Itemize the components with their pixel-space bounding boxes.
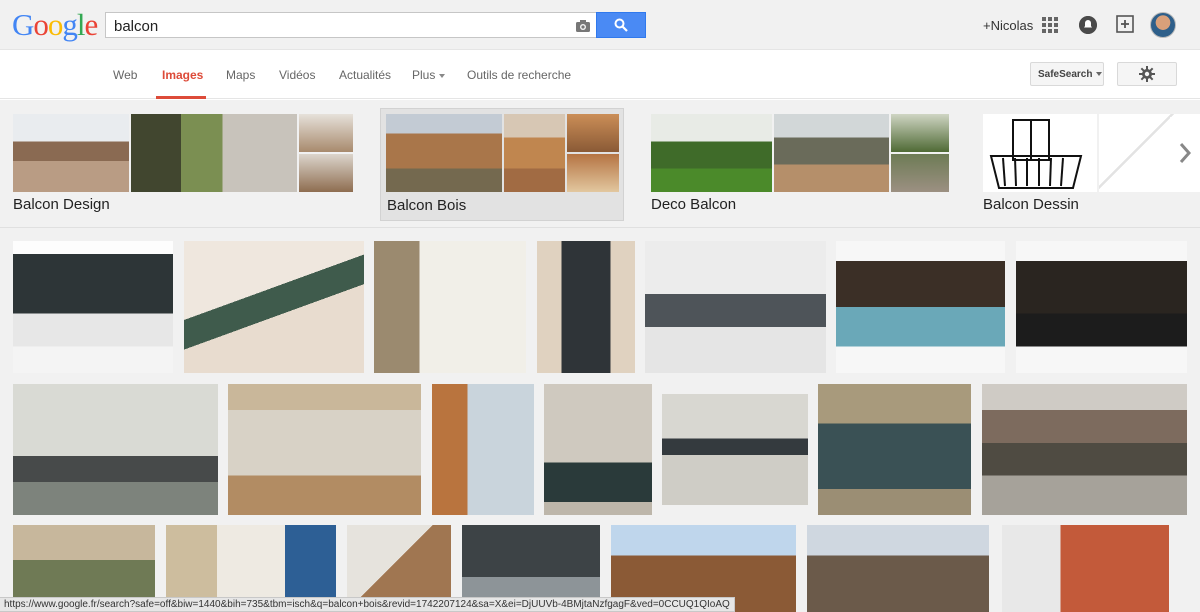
settings-button[interactable] — [1117, 62, 1177, 86]
related-search-card-selected[interactable]: Balcon Bois — [380, 108, 624, 221]
related-thumbnail — [504, 114, 565, 192]
image-result[interactable] — [374, 241, 526, 373]
chevron-down-icon — [1096, 72, 1103, 77]
related-thumbnail — [891, 154, 949, 192]
tab-news[interactable]: Actualités — [339, 68, 391, 82]
related-search-label: Deco Balcon — [651, 196, 737, 213]
top-bar: Google balcon +Nicolas — [0, 0, 1200, 50]
image-result[interactable] — [1016, 241, 1187, 373]
related-search-label: Balcon Design — [13, 196, 110, 213]
logo-letter: l — [76, 7, 86, 42]
tab-images[interactable]: Images — [162, 68, 203, 82]
related-thumbnail — [651, 114, 772, 192]
image-result[interactable] — [836, 241, 1005, 373]
safesearch-button[interactable]: SafeSearch — [1030, 62, 1104, 86]
related-thumbnail — [299, 114, 353, 152]
related-thumbnail — [891, 114, 949, 152]
image-result[interactable] — [1002, 525, 1169, 612]
image-result[interactable] — [537, 241, 635, 373]
related-thumbnail — [567, 154, 619, 192]
search-input[interactable]: balcon — [105, 12, 596, 38]
image-result[interactable] — [13, 384, 218, 515]
related-thumbnail — [386, 114, 502, 192]
share-plus-icon[interactable] — [1116, 15, 1134, 33]
tab-more-label: Plus — [412, 68, 436, 82]
related-thumbnail — [13, 114, 129, 192]
related-search-card[interactable]: Deco Balcon — [651, 108, 949, 221]
image-result[interactable] — [13, 241, 173, 373]
related-search-card[interactable]: Balcon Dessin — [983, 108, 1200, 221]
status-bar-url: https://www.google.fr/search?safe=off&bi… — [0, 597, 735, 612]
related-thumbnail — [131, 114, 297, 192]
active-tab-indicator — [156, 96, 206, 99]
notifications-icon[interactable] — [1079, 16, 1097, 34]
image-result[interactable] — [807, 525, 989, 612]
related-search-card[interactable]: Balcon Design — [13, 108, 353, 221]
search-nav: Web Images Maps Vidéos Actualités Plus O… — [0, 51, 1200, 99]
browser-page: Google balcon +Nicolas Web Images Maps V… — [0, 0, 1200, 612]
related-thumbnail — [567, 114, 619, 152]
image-result[interactable] — [982, 384, 1187, 515]
chevron-down-icon — [439, 73, 446, 78]
avatar[interactable] — [1150, 12, 1176, 38]
search-tools-button[interactable]: Outils de recherche — [467, 68, 571, 82]
image-result[interactable] — [645, 241, 826, 373]
related-search-label: Balcon Dessin — [983, 196, 1079, 213]
tab-web[interactable]: Web — [113, 68, 137, 82]
tab-maps[interactable]: Maps — [226, 68, 255, 82]
apps-grid-icon[interactable] — [1042, 17, 1058, 33]
chevron-right-icon — [1179, 143, 1192, 163]
related-search-label: Balcon Bois — [387, 197, 467, 214]
image-result[interactable] — [184, 241, 364, 373]
tab-videos[interactable]: Vidéos — [279, 68, 315, 82]
google-logo[interactable]: Google — [12, 7, 99, 42]
logo-letter: e — [84, 7, 99, 42]
image-result[interactable] — [818, 384, 971, 515]
safesearch-label: SafeSearch — [1038, 69, 1093, 80]
logo-letter: o — [33, 7, 48, 42]
related-thumbnail — [299, 154, 353, 192]
gear-icon — [1139, 66, 1155, 82]
search-query-text: balcon — [114, 18, 159, 35]
related-searches: Balcon Design Balcon Bois Deco Balcon Ba… — [0, 100, 1200, 228]
camera-icon[interactable] — [575, 18, 591, 34]
results-area: Balcon Design Balcon Bois Deco Balcon Ba… — [0, 100, 1200, 612]
logo-letter: G — [12, 7, 34, 42]
logo-letter: g — [62, 7, 77, 42]
tab-more[interactable]: Plus — [412, 68, 446, 82]
balcony-drawing-icon — [989, 119, 1083, 189]
related-thumbnail — [774, 114, 889, 192]
image-result[interactable] — [228, 384, 421, 515]
related-next-button[interactable] — [1170, 117, 1200, 189]
search-button[interactable] — [596, 12, 646, 38]
image-result[interactable] — [432, 384, 534, 515]
user-name-link[interactable]: +Nicolas — [983, 18, 1033, 33]
logo-letter: o — [47, 7, 63, 42]
magnifier-icon — [614, 18, 628, 32]
image-result[interactable] — [662, 394, 808, 505]
image-result[interactable] — [544, 384, 652, 515]
related-thumbnail — [983, 114, 1097, 192]
